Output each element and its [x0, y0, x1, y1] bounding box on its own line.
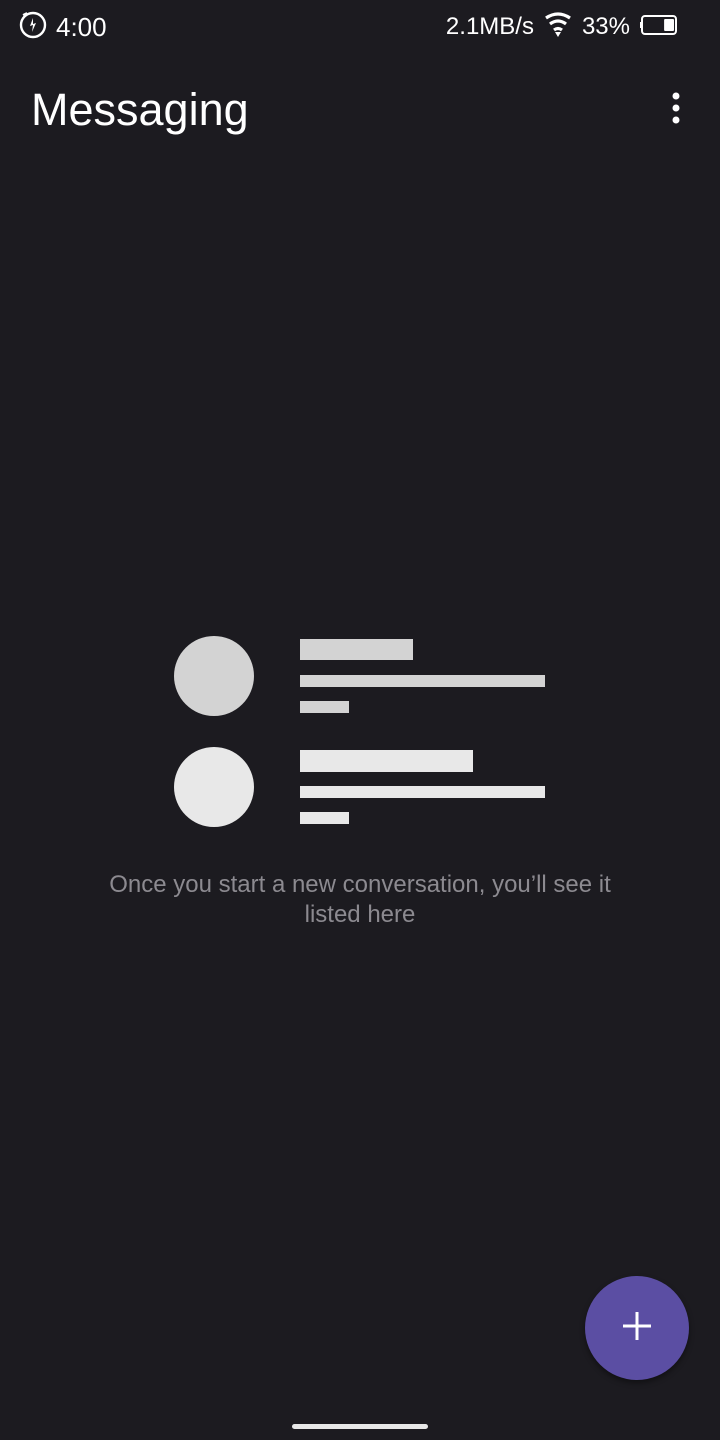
battery-icon [640, 14, 678, 40]
status-time: 4:00 [56, 11, 107, 42]
network-speed: 2.1MB/s [445, 13, 534, 40]
page-title: Messaging [31, 84, 249, 135]
status-left: 4:00 [18, 10, 107, 45]
messaging-screen: 4:00 2.1MB/s 33% Messaging Once you star… [0, 0, 720, 1440]
alarm-icon [18, 10, 48, 45]
status-right: 2.1MB/s 33% [445, 11, 678, 43]
empty-state-message: Once you start a new conversation, you’l… [109, 871, 611, 928]
placeholder-conversation-2 [174, 747, 545, 827]
more-vert-icon [670, 91, 682, 130]
battery-percent: 33% [581, 13, 630, 40]
top-app-bar: Messaging [0, 70, 720, 150]
start-conversation-button[interactable] [585, 1276, 689, 1380]
empty-state-illustration [170, 630, 560, 840]
plus-icon [622, 1311, 652, 1346]
wifi-icon [544, 11, 572, 43]
gesture-nav-bar[interactable] [292, 1424, 428, 1429]
placeholder-conversation-1 [174, 636, 545, 716]
status-bar: 4:00 2.1MB/s 33% [0, 0, 720, 54]
more-options-button[interactable] [656, 80, 696, 140]
